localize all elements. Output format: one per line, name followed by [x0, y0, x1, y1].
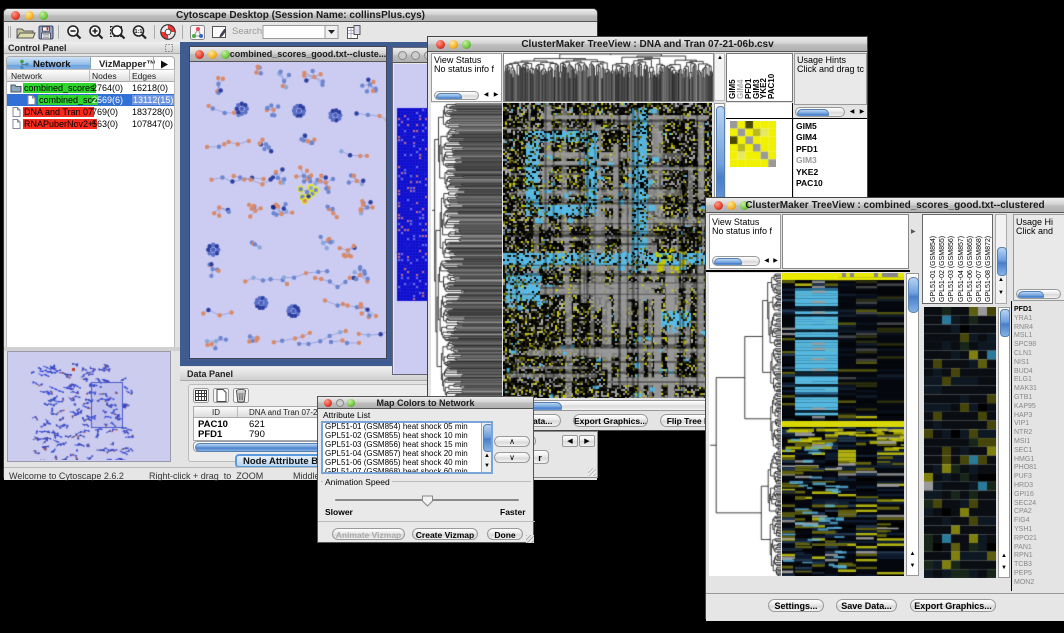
- svg-text:PAC10: PAC10: [767, 73, 776, 99]
- svg-text:GPL51-04 (GSM857): GPL51-04 (GSM857): [958, 236, 965, 302]
- svg-text:GPL51-07 (GSM868): GPL51-07 (GSM868): [976, 236, 983, 302]
- svg-text:GPL51-08 (GSM872): GPL51-08 (GSM872): [985, 236, 992, 302]
- svg-text:Search:: Search:: [232, 26, 265, 37]
- svg-text:GPL51-01 (GSM854): GPL51-01 (GSM854): [930, 236, 937, 302]
- svg-text:1:1: 1:1: [135, 29, 143, 35]
- svg-text:GPL51-02 (GSM855): GPL51-02 (GSM855): [939, 236, 946, 302]
- svg-text:GPL51-06 (GSM865): GPL51-06 (GSM865): [967, 236, 974, 302]
- svg-text:GPL51-03 (GSM856): GPL51-03 (GSM856): [948, 236, 955, 302]
